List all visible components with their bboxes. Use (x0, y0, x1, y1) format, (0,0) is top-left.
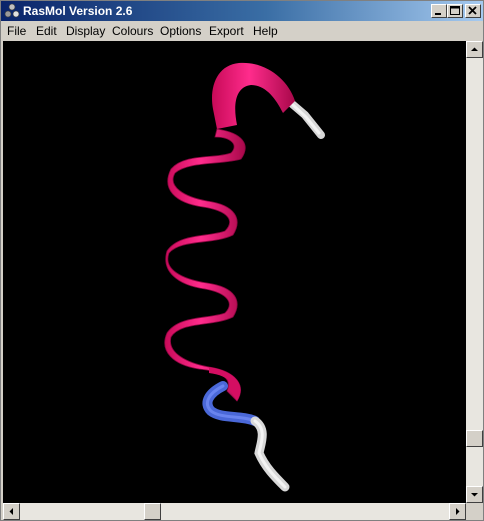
helix-ribbon-hook (212, 62, 295, 129)
maximize-icon (450, 6, 460, 15)
menu-colours[interactable]: Colours (112, 24, 153, 38)
arrow-left-icon (9, 508, 13, 515)
close-icon (468, 6, 477, 15)
menu-export[interactable]: Export (209, 24, 244, 38)
horizontal-scroll-thumb[interactable] (144, 503, 161, 520)
window-title: RasMol Version 2.6 (23, 4, 133, 18)
vertical-scrollbar[interactable] (466, 41, 483, 503)
molecule-viewport[interactable] (3, 41, 466, 503)
scroll-up-button[interactable] (466, 41, 483, 58)
molecule-icon[interactable] (4, 3, 20, 19)
scrollbar-corner (466, 503, 483, 520)
scroll-left-button[interactable] (3, 503, 20, 520)
rasmol-window: RasMol Version 2.6 File Edit Display Col… (0, 0, 484, 521)
minimize-icon (435, 13, 441, 15)
horizontal-scrollbar[interactable] (3, 503, 466, 520)
arrow-right-icon (456, 508, 460, 515)
menu-display[interactable]: Display (66, 24, 105, 38)
molecule-render (164, 62, 325, 492)
menu-bar: File Edit Display Colours Options Export… (1, 21, 483, 40)
title-bar[interactable]: RasMol Version 2.6 (1, 1, 483, 21)
close-button[interactable] (465, 4, 481, 18)
arrow-up-icon (471, 47, 478, 51)
menu-options[interactable]: Options (160, 24, 201, 38)
maximize-button[interactable] (447, 4, 463, 18)
scroll-right-button[interactable] (449, 503, 466, 520)
menu-file[interactable]: File (7, 24, 26, 38)
arrow-down-icon (471, 493, 478, 497)
menu-help[interactable]: Help (253, 24, 278, 38)
vertical-scroll-thumb[interactable] (466, 430, 483, 447)
scroll-down-button[interactable] (466, 486, 483, 503)
menu-edit[interactable]: Edit (36, 24, 57, 38)
minimize-button[interactable] (431, 4, 447, 18)
helix-ribbon-body (164, 128, 246, 402)
